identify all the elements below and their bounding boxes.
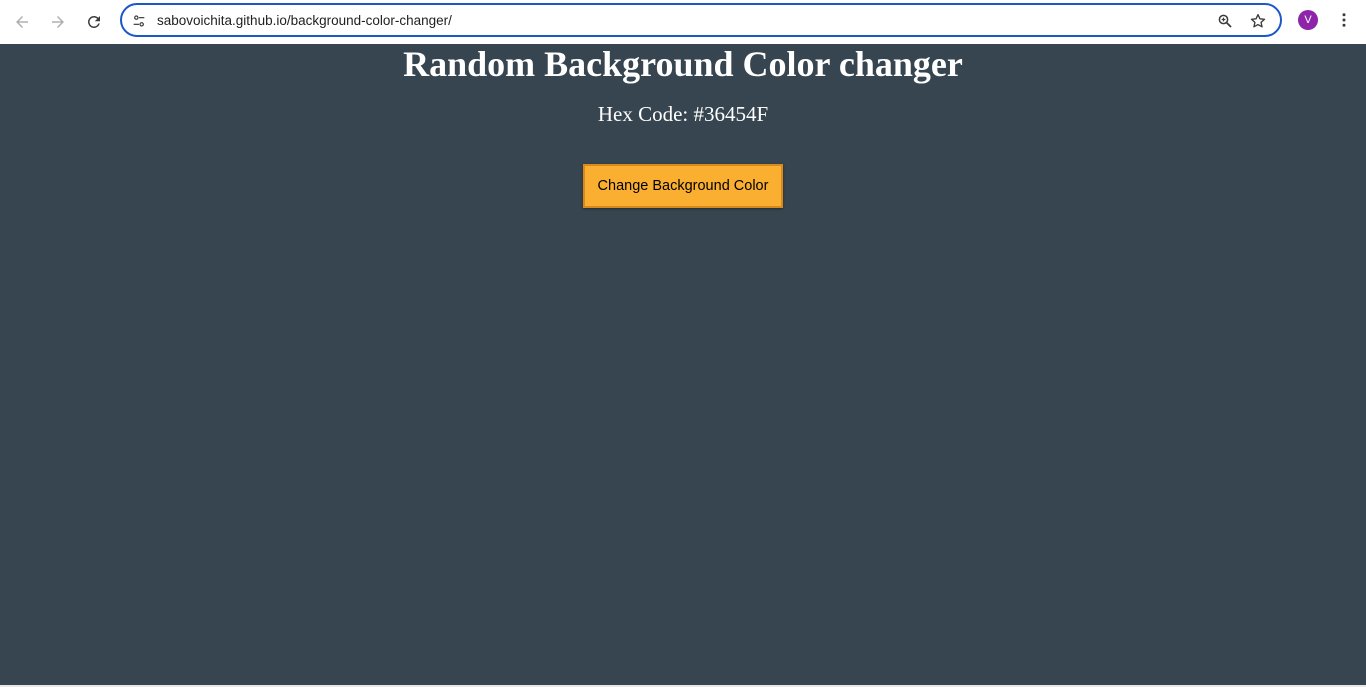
address-bar[interactable]: sabovoichita.github.io/background-color-… [120,3,1282,37]
reload-button[interactable] [80,8,108,36]
tune-icon[interactable] [130,12,148,30]
kebab-menu-icon[interactable] [1334,10,1354,30]
page-title: Random Background Color changer [403,44,963,84]
arrow-left-icon [16,16,28,28]
hex-code-text: Hex Code: #36454F [597,102,769,126]
browser-toolbar: sabovoichita.github.io/background-color-… [0,0,1366,44]
star-icon[interactable] [1248,11,1268,31]
page-content: Random Background Color changer Hex Code… [0,44,1366,685]
zoom-in-icon[interactable] [1215,11,1235,31]
forward-button[interactable] [44,8,72,36]
url-text[interactable]: sabovoichita.github.io/background-color-… [157,12,452,29]
arrow-right-icon [52,16,64,28]
back-button[interactable] [8,8,36,36]
reload-icon [87,15,100,28]
change-background-color-button[interactable]: Change Background Color [583,164,783,208]
avatar[interactable]: V [1298,10,1318,30]
